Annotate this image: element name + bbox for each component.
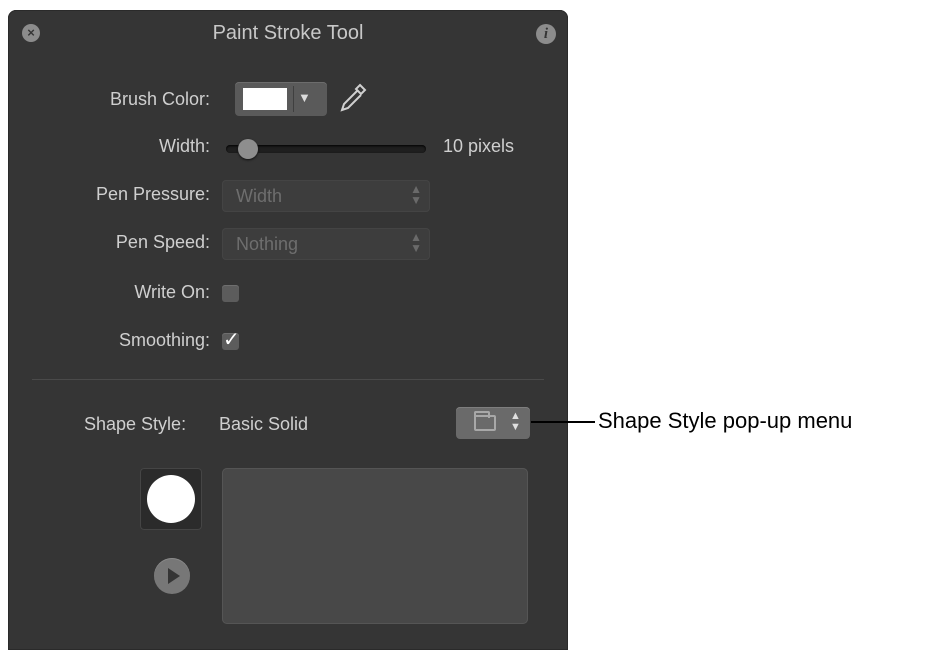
checkmark-icon: ✓: [223, 329, 240, 351]
play-icon[interactable]: [154, 558, 190, 594]
width-label: Width:: [158, 136, 210, 156]
shape-style-popup-button[interactable]: ▲ ▼: [456, 407, 530, 439]
updown-arrows-icon: ▲ ▼: [510, 410, 521, 433]
eyedropper-icon[interactable]: [338, 82, 368, 114]
chevron-down-icon[interactable]: ▼: [298, 90, 311, 105]
shape-style-label: Shape Style:: [84, 414, 187, 434]
width-value: 10 pixels: [443, 136, 515, 156]
brush-preview: [140, 468, 202, 530]
info-icon[interactable]: i: [536, 24, 556, 44]
callout-label: Shape Style pop-up menu: [598, 408, 853, 433]
pen-pressure-popup[interactable]: Width ▲ ▼: [222, 180, 430, 212]
swatch-divider: [293, 86, 294, 112]
width-slider-knob[interactable]: [238, 139, 258, 159]
shape-style-value: Basic Solid: [219, 414, 309, 434]
paint-stroke-hud: × Paint Stroke Tool i Brush Color: ▼ Wid…: [8, 10, 568, 650]
pen-speed-value: Nothing: [236, 234, 299, 254]
pen-speed-label: Pen Speed:: [115, 232, 210, 252]
brush-color-label: Brush Color:: [109, 89, 210, 109]
smoothing-checkbox[interactable]: ✓: [222, 329, 240, 351]
folder-icon: [474, 411, 496, 431]
brush-dot: [147, 475, 195, 523]
shape-style-preview-area: [222, 468, 528, 624]
title-bar[interactable]: × Paint Stroke Tool i: [8, 10, 568, 56]
write-on-label: Write On:: [134, 282, 210, 302]
color-swatch[interactable]: [243, 88, 287, 110]
pen-pressure-value: Width: [236, 186, 283, 206]
section-divider: [32, 379, 544, 380]
pen-speed-popup[interactable]: Nothing ▲ ▼: [222, 228, 430, 260]
window-title: Paint Stroke Tool: [212, 22, 364, 44]
callout-line: [531, 421, 595, 423]
pen-pressure-label: Pen Pressure:: [95, 184, 210, 204]
smoothing-label: Smoothing:: [118, 330, 210, 350]
brush-color-well[interactable]: ▼: [235, 82, 327, 116]
write-on-checkbox[interactable]: [222, 285, 239, 302]
updown-arrows-icon: ▲ ▼: [410, 182, 422, 207]
updown-arrows-icon: ▲ ▼: [410, 230, 422, 255]
